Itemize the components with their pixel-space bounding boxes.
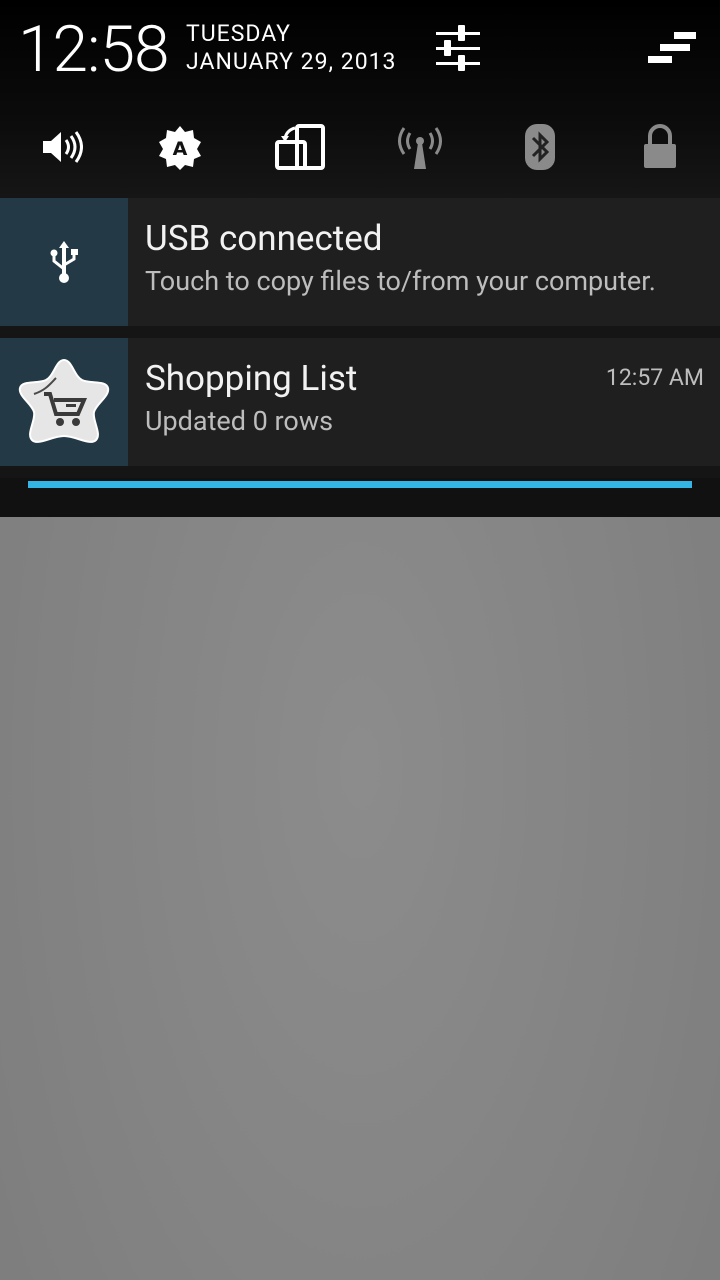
day-label: TUESDAY (186, 20, 291, 47)
notification-icon-box (0, 198, 128, 326)
settings-button[interactable] (428, 22, 488, 74)
bluetooth-icon (525, 124, 555, 170)
brightness-toggle[interactable]: A (140, 115, 220, 179)
clear-all-icon (648, 32, 696, 63)
auto-rotate-icon (275, 124, 325, 170)
notification-time: 12:57 AM (605, 364, 704, 391)
notification-title: Shopping List (145, 358, 358, 399)
shopping-list-app-icon (18, 358, 110, 443)
notification-text: Updated 0 rows (145, 405, 334, 437)
bluetooth-toggle[interactable] (500, 115, 580, 179)
volume-icon (43, 131, 83, 163)
svg-text:A: A (173, 138, 188, 160)
data-toggle[interactable] (380, 115, 460, 179)
lock-icon (644, 124, 676, 168)
notification-title: USB connected (145, 218, 383, 259)
volume-toggle[interactable] (20, 115, 100, 179)
clear-all-button[interactable] (640, 22, 706, 74)
quick-toggles-row: A (0, 115, 720, 179)
auto-brightness-icon: A (159, 126, 201, 170)
notification-header: 12:58 TUESDAY JANUARY 29, 2013 A (0, 0, 720, 198)
usb-icon (50, 241, 78, 283)
notification-shopping-list[interactable]: Shopping List Updated 0 rows 12:57 AM (0, 338, 720, 466)
notification-text: Touch to copy files to/from your compute… (145, 265, 656, 297)
rotate-toggle[interactable] (260, 115, 340, 179)
notification-icon-box (0, 338, 128, 466)
clock: 12:58 (18, 12, 169, 87)
shade-drag-handle[interactable] (28, 481, 692, 488)
notification-divider (0, 326, 720, 338)
notification-divider (0, 466, 720, 478)
notification-usb[interactable]: USB connected Touch to copy files to/fro… (0, 198, 720, 326)
lock-toggle[interactable] (620, 115, 700, 179)
mobile-data-icon (398, 127, 442, 169)
date-label: JANUARY 29, 2013 (186, 48, 397, 75)
settings-sliders-icon (436, 25, 480, 71)
